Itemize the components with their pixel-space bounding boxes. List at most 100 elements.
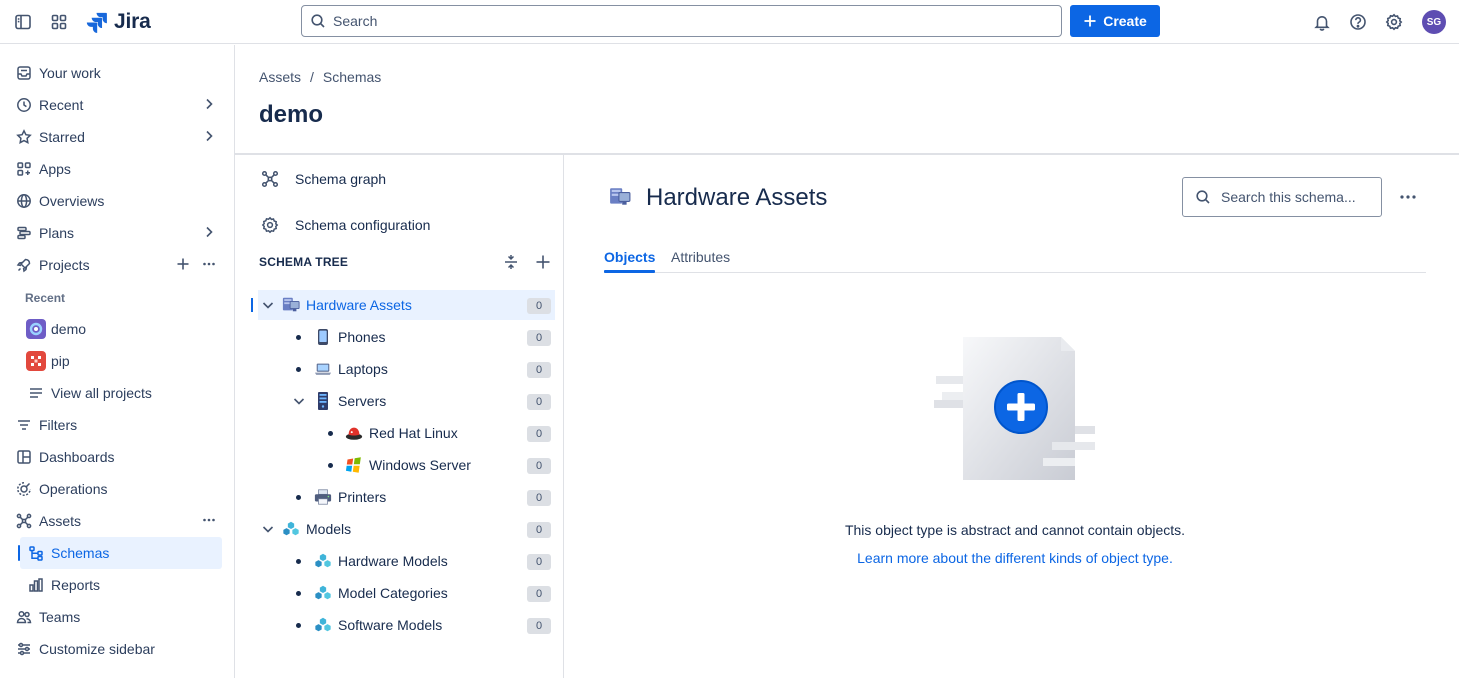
sidebar-item-label: Plans <box>39 225 75 241</box>
settings-gear-icon[interactable] <box>1383 11 1405 33</box>
sidebar-item-overviews[interactable]: Overviews <box>8 185 222 217</box>
chevron-down-icon[interactable] <box>261 522 275 536</box>
object-count-badge: 0 <box>527 586 551 602</box>
chevron-down-icon[interactable] <box>261 298 275 312</box>
tree-node-servers[interactable]: Servers 0 <box>258 386 555 416</box>
hardware-assets-icon <box>282 296 300 314</box>
schema-configuration-link[interactable]: Schema configuration <box>261 216 430 234</box>
sidebar-item-starred[interactable]: Starred <box>8 121 222 153</box>
more-options-icon[interactable] <box>202 513 216 527</box>
sidebar-toggle-icon[interactable] <box>12 11 34 33</box>
printer-icon <box>314 488 332 506</box>
bar-chart-icon <box>26 575 46 595</box>
add-object-type-icon[interactable] <box>535 254 551 270</box>
help-icon[interactable] <box>1347 11 1369 33</box>
object-count-badge: 0 <box>527 458 551 474</box>
models-cubes-icon <box>314 552 332 570</box>
tree-node-label: Hardware Assets <box>306 297 412 313</box>
sidebar-item-assets[interactable]: Assets <box>8 505 222 537</box>
tree-bullet <box>296 335 301 340</box>
models-cubes-icon <box>282 520 300 538</box>
chevron-right-icon[interactable] <box>202 97 216 111</box>
notifications-icon[interactable] <box>1311 11 1333 33</box>
sidebar-project-demo[interactable]: demo <box>20 313 222 345</box>
tree-node-laptops[interactable]: Laptops 0 <box>258 354 555 384</box>
sidebar-item-filters[interactable]: Filters <box>8 409 222 441</box>
sidebar-item-projects[interactable]: Projects <box>8 249 222 281</box>
object-count-badge: 0 <box>527 298 551 314</box>
collapse-all-icon[interactable] <box>503 254 519 270</box>
sidebar-project-pip[interactable]: pip <box>20 345 222 377</box>
sidebar-item-customize-sidebar[interactable]: Customize sidebar <box>8 633 222 665</box>
breadcrumb-assets[interactable]: Assets <box>259 69 301 85</box>
user-avatar[interactable]: SG <box>1422 10 1446 34</box>
graph-icon <box>261 170 279 188</box>
inbox-icon <box>14 63 34 83</box>
tree-node-printers[interactable]: Printers 0 <box>258 482 555 512</box>
schema-tree-heading: SCHEMA TREE <box>259 255 349 269</box>
hardware-assets-large-icon <box>608 186 632 208</box>
tree-bullet <box>296 623 301 628</box>
sidebar-item-schemas[interactable]: Schemas <box>20 537 222 569</box>
rocket-icon <box>14 255 34 275</box>
create-button[interactable]: Create <box>1070 5 1160 37</box>
tree-node-red-hat-linux[interactable]: Red Hat Linux 0 <box>258 418 555 448</box>
object-count-badge: 0 <box>527 426 551 442</box>
clock-icon <box>14 95 34 115</box>
tree-node-hardware-models[interactable]: Hardware Models 0 <box>258 546 555 576</box>
tree-node-hardware-assets[interactable]: Hardware Assets 0 <box>258 290 555 320</box>
tree-node-software-models[interactable]: Software Models 0 <box>258 610 555 640</box>
more-options-icon[interactable] <box>202 257 216 271</box>
object-count-badge: 0 <box>527 618 551 634</box>
sidebar-item-label: Projects <box>39 257 90 273</box>
sidebar-item-label: Schemas <box>51 545 110 561</box>
search-placeholder: Search <box>333 13 378 29</box>
project-pip-avatar <box>26 351 46 371</box>
search-icon <box>311 14 325 28</box>
object-count-badge: 0 <box>527 394 551 410</box>
learn-more-link[interactable]: Learn more about the different kinds of … <box>604 550 1426 566</box>
more-actions-button[interactable] <box>1398 187 1418 207</box>
sidebar-item-teams[interactable]: Teams <box>8 601 222 633</box>
schema-tree-icon <box>26 543 46 563</box>
models-cubes-icon <box>314 616 332 634</box>
tab-attributes[interactable]: Attributes <box>671 249 730 265</box>
sidebar-item-view-all-projects[interactable]: View all projects <box>20 377 222 409</box>
tree-node-label: Models <box>306 521 352 537</box>
schema-graph-link[interactable]: Schema graph <box>261 170 386 188</box>
sidebar-item-your-work[interactable]: Your work <box>8 57 222 89</box>
sidebar-item-label: demo <box>51 321 87 337</box>
tree-node-model-categories[interactable]: Model Categories 0 <box>258 578 555 608</box>
empty-state-message: This object type is abstract and cannot … <box>844 522 1186 538</box>
customize-icon <box>14 639 34 659</box>
globe-icon <box>14 191 34 211</box>
app-switcher-icon[interactable] <box>48 11 70 33</box>
search-input[interactable]: Search <box>301 5 1062 37</box>
sidebar-item-operations[interactable]: Operations <box>8 473 222 505</box>
app-name: Jira <box>114 10 151 33</box>
chevron-down-icon[interactable] <box>292 394 306 408</box>
sidebar-item-recent[interactable]: Recent <box>8 89 222 121</box>
breadcrumb-separator: / <box>310 69 314 85</box>
search-schema-input[interactable]: Search this schema... <box>1182 177 1382 217</box>
add-project-icon[interactable] <box>176 257 190 271</box>
chevron-right-icon[interactable] <box>202 129 216 143</box>
tree-bullet <box>296 495 301 500</box>
jira-logo[interactable]: Jira <box>86 10 151 34</box>
tab-objects[interactable]: Objects <box>604 249 655 265</box>
sidebar-item-reports[interactable]: Reports <box>20 569 222 601</box>
breadcrumb-schemas[interactable]: Schemas <box>323 69 381 85</box>
sidebar-item-dashboards[interactable]: Dashboards <box>8 441 222 473</box>
sidebar-item-label: Apps <box>39 161 71 177</box>
sidebar-item-label: Assets <box>39 513 82 529</box>
tree-node-models[interactable]: Models 0 <box>258 514 555 544</box>
tree-node-phones[interactable]: Phones 0 <box>258 322 555 352</box>
sidebar-item-plans[interactable]: Plans <box>8 217 222 249</box>
sidebar-item-label: Customize sidebar <box>39 641 155 657</box>
tree-node-windows-server[interactable]: Windows Server 0 <box>258 450 555 480</box>
object-count-badge: 0 <box>527 362 551 378</box>
chevron-right-icon[interactable] <box>202 225 216 239</box>
sidebar-item-apps[interactable]: Apps <box>8 153 222 185</box>
project-demo-avatar <box>26 319 46 339</box>
more-options-icon <box>1400 195 1416 199</box>
